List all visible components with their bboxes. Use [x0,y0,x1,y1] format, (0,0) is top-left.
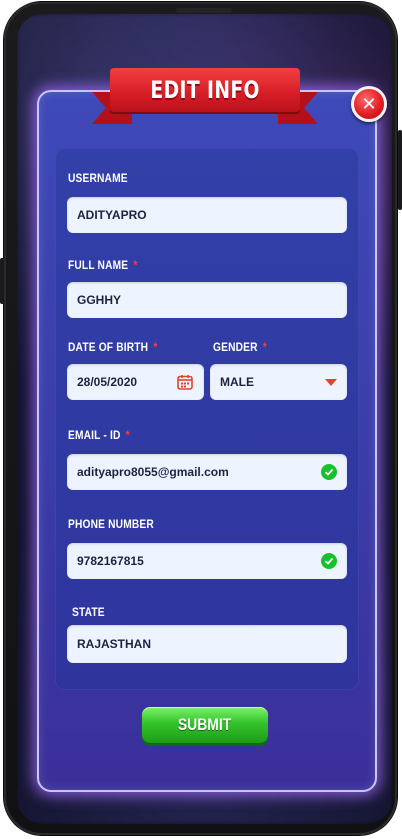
full-name-label: FULL NAME * [68,258,138,272]
calendar-icon[interactable] [176,373,194,391]
submit-button[interactable]: SUBMIT [142,707,268,743]
app-screen: EDIT INFO ✕ USERNAME ADITYAPRO FULL NAME… [17,14,392,824]
title-ribbon: EDIT INFO [92,68,300,124]
state-label: STATE [72,605,105,619]
full-name-value: GGHHY [77,293,122,307]
username-value: ADITYAPRO [77,208,147,222]
email-value: adityapro8055@gmail.com [77,465,229,479]
dob-field[interactable]: 28/05/2020 [67,364,204,400]
required-mark: * [153,340,158,354]
chevron-down-icon [325,378,337,386]
submit-label: SUBMIT [178,715,232,734]
gender-label: GENDER * [213,340,267,354]
check-circle-icon [321,464,337,480]
close-button[interactable]: ✕ [351,86,387,122]
required-mark: * [125,428,130,442]
state-value: RAJASTHAN [77,637,152,651]
dob-label: DATE OF BIRTH * [68,340,158,354]
state-field[interactable]: RAJASTHAN [67,625,347,663]
ribbon-body: EDIT INFO [110,68,300,112]
required-mark: * [133,258,138,272]
required-mark: * [262,340,267,354]
dialog-title: EDIT INFO [150,76,260,104]
gender-select[interactable]: MALE [210,364,347,400]
username-label: USERNAME [68,171,128,185]
close-icon: ✕ [361,94,377,114]
check-circle-icon [321,553,337,569]
phone-label: PHONE NUMBER [68,517,154,531]
phone-frame: EDIT INFO ✕ USERNAME ADITYAPRO FULL NAME… [4,2,397,835]
power-button [398,130,402,210]
username-field[interactable]: ADITYAPRO [67,197,347,233]
dob-value: 28/05/2020 [77,375,138,389]
email-field[interactable]: adityapro8055@gmail.com [67,454,347,490]
volume-button [0,258,4,304]
phone-field[interactable]: 9782167815 [67,543,347,579]
speaker-notch [176,8,232,13]
phone-value: 9782167815 [77,554,144,568]
gender-value: MALE [220,375,254,389]
email-label: EMAIL - ID * [68,428,130,442]
full-name-field[interactable]: GGHHY [67,282,347,318]
